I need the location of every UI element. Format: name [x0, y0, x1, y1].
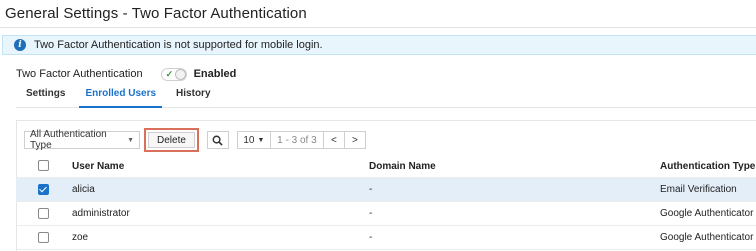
tfa-label: Two Factor Authentication [16, 68, 143, 80]
row-checkbox[interactable] [38, 183, 49, 195]
next-page-button[interactable]: > [345, 132, 365, 148]
auth-type-cell: Google Authenticator [660, 201, 756, 226]
column-header-domain[interactable]: Domain Name [369, 155, 660, 178]
auth-type-filter[interactable]: All Authentication Type ▼ [24, 129, 140, 151]
page-size-select[interactable]: 10 ▼ [238, 132, 271, 148]
row-select-cell [16, 225, 72, 250]
column-header-user[interactable]: User Name [72, 155, 369, 178]
chevron-down-icon: ▼ [127, 136, 134, 144]
domain-name-cell: - [369, 201, 660, 226]
info-message: Two Factor Authentication is not support… [34, 39, 323, 51]
table-header-row: User Name Domain Name Authentication Typ… [16, 155, 756, 178]
toggle-knob [174, 68, 186, 80]
table-row[interactable]: administrator - Google Authenticator [16, 201, 756, 226]
tab-bar: Settings Enrolled Users History [16, 88, 756, 108]
toolbar: All Authentication Type ▼ Delete 10 ▼ 1 … [24, 128, 366, 152]
chevron-down-icon: ▼ [257, 136, 265, 144]
delete-button[interactable]: Delete [148, 132, 195, 148]
page-size-value: 10 [243, 134, 255, 146]
tfa-setting: Two Factor Authentication ✓ Enabled [16, 66, 236, 82]
user-name-cell: zoe [72, 225, 369, 250]
tab-enrolled-users[interactable]: Enrolled Users [75, 88, 166, 108]
delete-highlight: Delete [144, 128, 199, 152]
enrolled-users-table: User Name Domain Name Authentication Typ… [16, 155, 756, 250]
auth-type-filter-value: All Authentication Type [30, 129, 107, 151]
auth-type-cell: Google Authenticator [660, 225, 756, 250]
title-bar: General Settings - Two Factor Authentica… [0, 0, 756, 28]
tab-history[interactable]: History [166, 88, 220, 107]
chevron-right-icon: > [351, 134, 358, 146]
pagination: 10 ▼ 1 - 3 of 3 < > [236, 131, 366, 149]
select-all-checkbox[interactable] [38, 160, 49, 172]
tfa-toggle[interactable]: ✓ [160, 67, 187, 81]
domain-name-cell: - [369, 225, 660, 250]
auth-type-cell: Email Verification [660, 177, 756, 202]
user-name-cell: alicia [72, 177, 369, 202]
row-select-cell [16, 201, 72, 226]
domain-name-cell: - [369, 177, 660, 202]
prev-page-button[interactable]: < [324, 132, 345, 148]
page-range: 1 - 3 of 3 [271, 132, 324, 148]
tab-settings[interactable]: Settings [16, 88, 75, 107]
tfa-state: Enabled [193, 68, 237, 80]
row-checkbox[interactable] [38, 231, 49, 243]
search-icon [212, 135, 224, 146]
row-checkbox[interactable] [38, 207, 49, 219]
info-banner: i Two Factor Authentication is not suppo… [2, 35, 756, 55]
user-name-cell: administrator [72, 201, 369, 226]
column-header-auth[interactable]: Authentication Type [660, 155, 756, 178]
table-row[interactable]: alicia - Email Verification [16, 177, 756, 202]
info-icon: i [14, 39, 26, 51]
page-title: General Settings - Two Factor Authentica… [5, 5, 307, 22]
select-all-cell [16, 155, 72, 178]
check-icon: ✓ [165, 68, 174, 79]
search-button[interactable] [206, 131, 229, 149]
chevron-left-icon: < [330, 134, 337, 146]
table-row[interactable]: zoe - Google Authenticator [16, 225, 756, 250]
row-select-cell [16, 177, 72, 202]
